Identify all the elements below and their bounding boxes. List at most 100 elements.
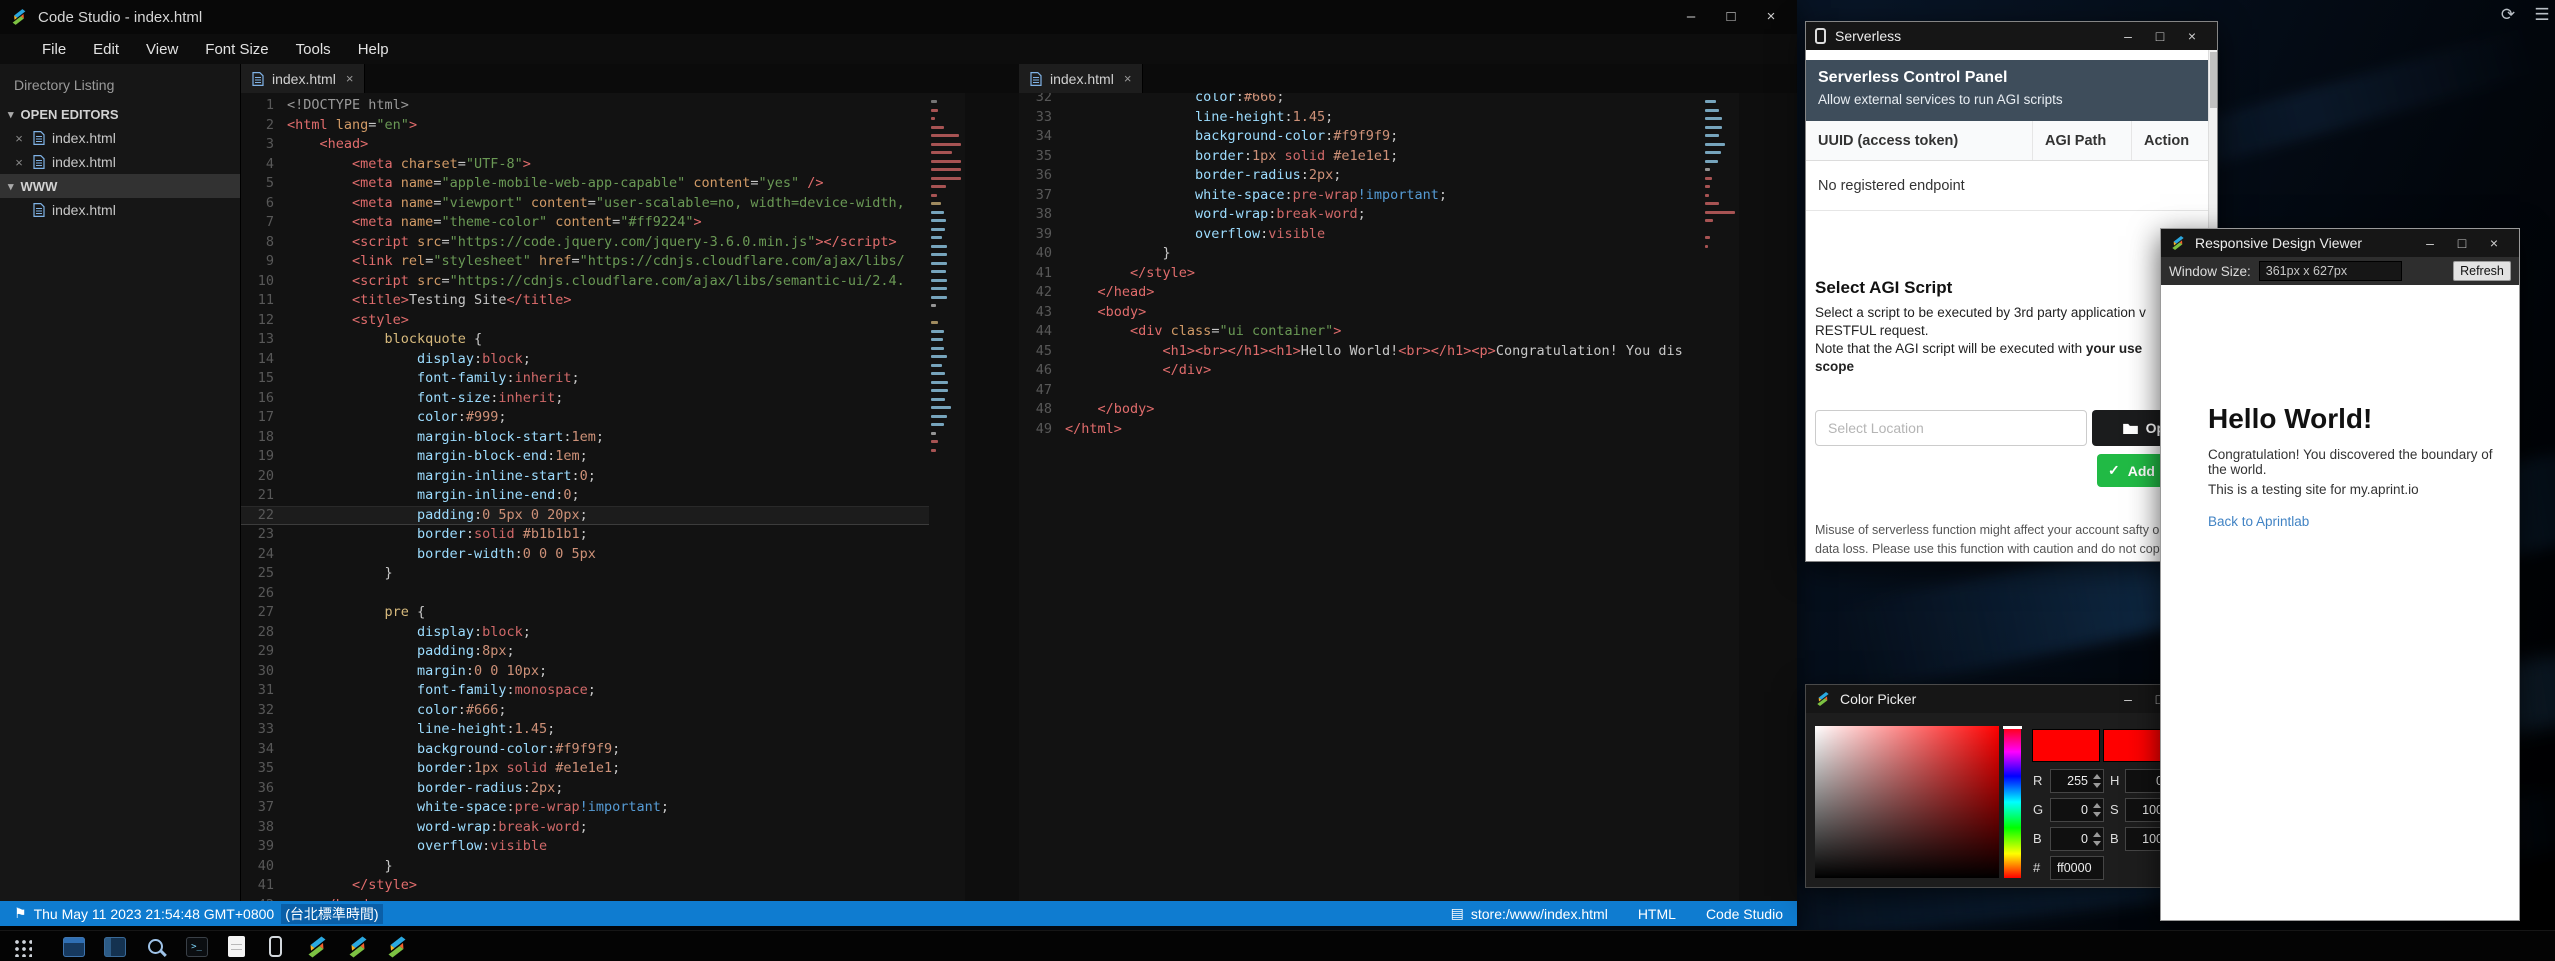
code-line[interactable]: 4 <meta charset="UTF-8">: [241, 155, 929, 175]
code-line[interactable]: 8 <script src="https://code.jquery.com/j…: [241, 233, 929, 253]
sidebar-item-index-html[interactable]: ×index.html: [0, 126, 240, 150]
code-line[interactable]: 2<html lang="en">: [241, 116, 929, 136]
title-bar[interactable]: Responsive Design Viewer – □ ×: [2161, 229, 2519, 257]
terminal-app-icon[interactable]: >_: [183, 933, 210, 960]
code-line[interactable]: 35 border:1px solid #e1e1e1;: [241, 759, 929, 779]
editor-pane-left[interactable]: 1<!DOCTYPE html>2<html lang="en">3 <head…: [241, 93, 929, 901]
menu-tools[interactable]: Tools: [296, 41, 331, 58]
sidebar-item-index-html[interactable]: ×index.html: [0, 150, 240, 174]
hue-slider[interactable]: [2004, 726, 2021, 878]
code-line[interactable]: 18 margin-block-start:1em;: [241, 428, 929, 448]
status-app-name[interactable]: Code Studio: [1706, 906, 1783, 922]
flag-icon[interactable]: ⚑: [14, 905, 27, 922]
stepper-icon[interactable]: [2092, 772, 2102, 790]
code-line[interactable]: 33 line-height:1.45;: [241, 720, 929, 740]
code-line[interactable]: 37 white-space:pre-wrap!important;: [1019, 186, 1703, 206]
code-line[interactable]: 3 <head>: [241, 135, 929, 155]
code-line[interactable]: 39 overflow:visible: [241, 837, 929, 857]
document-app-icon[interactable]: [223, 933, 250, 960]
code-line[interactable]: 11 <title>Testing Site</title>: [241, 291, 929, 311]
app-launcher-icon[interactable]: [8, 933, 35, 960]
code-line[interactable]: 35 border:1px solid #e1e1e1;: [1019, 147, 1703, 167]
code-line[interactable]: 46 </div>: [1019, 361, 1703, 381]
code-line[interactable]: 30 margin:0 0 10px;: [241, 662, 929, 682]
status-language[interactable]: HTML: [1638, 906, 1676, 922]
code-line[interactable]: 9 <link rel="stylesheet" href="https://c…: [241, 252, 929, 272]
code-line[interactable]: 41 </style>: [1019, 264, 1703, 284]
title-bar[interactable]: Serverless – □ ×: [1806, 22, 2217, 50]
code-line[interactable]: 31 font-family:monospace;: [241, 681, 929, 701]
code-line[interactable]: 32 color:#666;: [241, 701, 929, 721]
spinner-icon[interactable]: ⟳: [2495, 2, 2521, 28]
code-line[interactable]: 43 <body>: [1019, 303, 1703, 323]
menu-icon[interactable]: ☰: [2529, 2, 2555, 28]
code-line[interactable]: 13 blockquote {: [241, 330, 929, 350]
pane-divider[interactable]: [965, 93, 1019, 901]
menu-help[interactable]: Help: [358, 41, 389, 58]
code-line[interactable]: 19 margin-block-end:1em;: [241, 447, 929, 467]
files-app-icon[interactable]: [60, 933, 87, 960]
close-icon[interactable]: ×: [12, 131, 26, 146]
code-line[interactable]: 38 word-wrap:break-word;: [1019, 205, 1703, 225]
close-button[interactable]: ×: [2478, 229, 2510, 257]
code-line[interactable]: 26: [241, 584, 929, 604]
menu-view[interactable]: View: [146, 41, 178, 58]
code-line[interactable]: 40 }: [241, 857, 929, 877]
menu-edit[interactable]: Edit: [93, 41, 119, 58]
status-file-path[interactable]: ▤ store:/www/index.html: [1451, 905, 1608, 922]
code-line[interactable]: 42 </head>: [1019, 283, 1703, 303]
sidebar-item-index-html[interactable]: index.html: [0, 198, 240, 222]
back-link[interactable]: Back to Aprintlab: [2208, 514, 2309, 529]
code-line[interactable]: 49</html>: [1019, 420, 1703, 440]
tab-index-html[interactable]: index.html ×: [241, 64, 365, 93]
code-line[interactable]: 17 color:#999;: [241, 408, 929, 428]
minimize-button[interactable]: –: [2112, 22, 2144, 50]
code-line[interactable]: 37 white-space:pre-wrap!important;: [241, 798, 929, 818]
code-studio-app-icon[interactable]: [303, 933, 330, 960]
saturation-picker[interactable]: [1815, 726, 1999, 878]
window-size-input[interactable]: [2259, 261, 2402, 281]
tab-index-html[interactable]: index.html ×: [1019, 64, 1143, 93]
code-line[interactable]: 15 font-family:inherit;: [241, 369, 929, 389]
code-line[interactable]: 36 border-radius:2px;: [241, 779, 929, 799]
code-line[interactable]: 33 line-height:1.45;: [1019, 108, 1703, 128]
minimap[interactable]: [1703, 93, 1739, 901]
stepper-icon[interactable]: [2092, 830, 2102, 848]
code-line[interactable]: 16 font-size:inherit;: [241, 389, 929, 409]
settings-app-icon[interactable]: [101, 933, 128, 960]
code-line[interactable]: 24 border-width:0 0 0 5px: [241, 545, 929, 565]
maximize-button[interactable]: □: [2446, 229, 2478, 257]
close-button[interactable]: ×: [2176, 22, 2208, 50]
code-line[interactable]: 47: [1019, 381, 1703, 401]
code-line[interactable]: 14 display:block;: [241, 350, 929, 370]
code-line[interactable]: 1<!DOCTYPE html>: [241, 96, 929, 116]
menu-file[interactable]: File: [42, 41, 66, 58]
code-studio-app-icon[interactable]: [344, 933, 371, 960]
code-line[interactable]: 39 overflow:visible: [1019, 225, 1703, 245]
code-line[interactable]: 25 }: [241, 564, 929, 584]
code-line[interactable]: 45 <h1><br></h1><h1>Hello World!<br></h1…: [1019, 342, 1703, 362]
code-line[interactable]: 22 padding:0 5px 0 20px;: [241, 506, 929, 526]
hue-slider-thumb[interactable]: [2003, 726, 2022, 729]
maximize-button[interactable]: □: [1711, 0, 1751, 34]
sidebar-section-www[interactable]: ▾WWW: [0, 174, 240, 198]
code-line[interactable]: 10 <script src="https://cdnjs.cloudflare…: [241, 272, 929, 292]
refresh-button[interactable]: Refresh: [2453, 261, 2511, 281]
code-line[interactable]: 34 background-color:#f9f9f9;: [1019, 127, 1703, 147]
close-icon[interactable]: ×: [346, 71, 354, 86]
close-icon[interactable]: ×: [12, 155, 26, 170]
code-line[interactable]: 28 display:block;: [241, 623, 929, 643]
code-line[interactable]: 5 <meta name="apple-mobile-web-app-capab…: [241, 174, 929, 194]
close-icon[interactable]: ×: [1124, 71, 1132, 86]
code-line[interactable]: 38 word-wrap:break-word;: [241, 818, 929, 838]
code-line[interactable]: 36 border-radius:2px;: [1019, 166, 1703, 186]
code-line[interactable]: 44 <div class="ui container">: [1019, 322, 1703, 342]
code-line[interactable]: 41 </style>: [241, 876, 929, 896]
minimize-button[interactable]: –: [2414, 229, 2446, 257]
code-line[interactable]: 27 pre {: [241, 603, 929, 623]
code-line[interactable]: 6 <meta name="viewport" content="user-sc…: [241, 194, 929, 214]
title-bar[interactable]: Code Studio - index.html – □ ×: [0, 0, 1797, 34]
code-line[interactable]: 23 border:solid #b1b1b1;: [241, 525, 929, 545]
code-line[interactable]: 21 margin-inline-end:0;: [241, 486, 929, 506]
hex-input[interactable]: [2050, 856, 2104, 880]
